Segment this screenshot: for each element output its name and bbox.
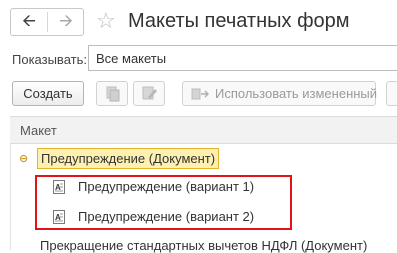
show-label: Показывать: xyxy=(12,52,87,67)
copy-button[interactable] xyxy=(96,81,128,106)
create-button[interactable]: Создать xyxy=(12,81,84,106)
use-changed-icon xyxy=(191,88,209,100)
column-header-template[interactable]: Макет xyxy=(20,123,57,138)
show-filter-field[interactable]: Все макеты xyxy=(88,45,397,71)
collapse-icon[interactable]: ⊖ xyxy=(19,153,31,165)
highlight-annotation xyxy=(35,175,292,230)
table-row[interactable]: Прекращение стандартных вычетов НДФЛ (До… xyxy=(40,238,367,253)
table-header: Макет xyxy=(10,116,397,144)
arrow-right-icon: 🡪 xyxy=(59,10,73,30)
edit-button[interactable] xyxy=(133,81,165,106)
edit-icon xyxy=(142,86,157,100)
back-button[interactable]: 🡨 xyxy=(11,9,47,35)
copy-icon xyxy=(106,86,120,102)
star-icon[interactable]: ☆ xyxy=(96,8,116,34)
forward-button[interactable]: 🡪 xyxy=(48,9,84,35)
page-title: Макеты печатных форм xyxy=(128,10,350,32)
use-changed-button[interactable]: Использовать измененный xyxy=(182,81,378,106)
arrow-left-icon: 🡨 xyxy=(22,10,36,30)
navigation-buttons: 🡨 🡪 xyxy=(10,8,84,36)
table-row[interactable]: Предупреждение (Документ) xyxy=(37,148,220,169)
use-changed-label: Использовать измененный xyxy=(215,86,378,101)
more-button[interactable] xyxy=(386,81,397,106)
